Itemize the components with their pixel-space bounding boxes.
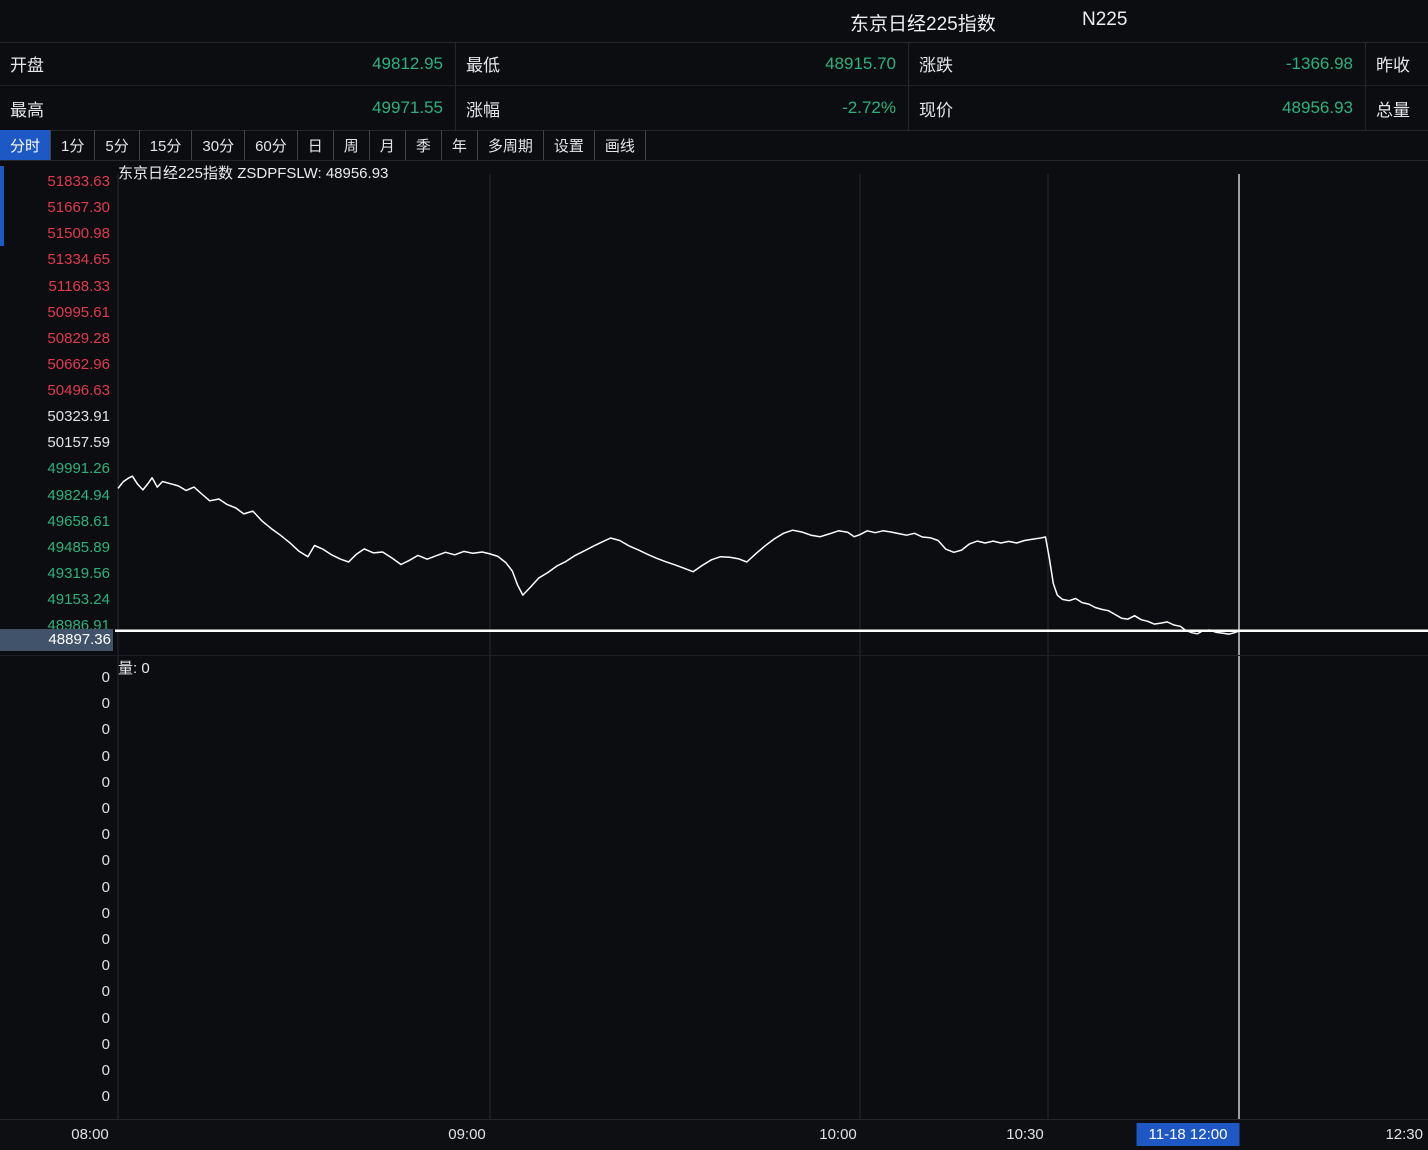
- volume-axis-label: 0: [0, 956, 110, 976]
- volume-pane[interactable]: 量: 0 0 0 0 0 0 0 0 0 0 0 0 0 0 0 0 0 0: [0, 655, 1428, 1120]
- title-bar: 东京日经225指数 N225: [0, 0, 1428, 43]
- volume-axis-label: 0: [0, 720, 110, 740]
- price-axis-label: 49153.24: [0, 590, 110, 610]
- stat-label: 涨跌: [919, 51, 953, 76]
- price-axis-label: 49485.89: [0, 538, 110, 558]
- stat-value: 48915.70: [825, 54, 896, 74]
- time-axis-label: 12:30: [1385, 1126, 1423, 1143]
- volume-axis-label: 0: [0, 1061, 110, 1081]
- time-axis-label: 09:00: [448, 1126, 486, 1143]
- price-axis-label: 50995.61: [0, 303, 110, 323]
- tab-季[interactable]: 季: [406, 130, 442, 160]
- volume-legend: 量: 0: [118, 657, 150, 678]
- price-pane[interactable]: 东京日经225指数 ZSDPFSLW: 48956.93 51833.63 516…: [0, 160, 1428, 655]
- tab-30分[interactable]: 30分: [192, 130, 245, 160]
- volume-axis-label: 0: [0, 747, 110, 767]
- stat-label: 涨幅: [466, 96, 500, 121]
- price-axis-label: 51833.63: [0, 172, 110, 192]
- price-axis-label: 49991.26: [0, 459, 110, 479]
- price-axis-label: 50323.91: [0, 407, 110, 427]
- tab-年[interactable]: 年: [442, 130, 478, 160]
- tab-设置[interactable]: 设置: [544, 130, 595, 160]
- volume-axis-label: 0: [0, 694, 110, 714]
- volume-axis-label: 0: [0, 1087, 110, 1107]
- stat-cell: 总量: [1365, 86, 1428, 130]
- stat-label: 昨收: [1376, 51, 1410, 76]
- price-chart-canvas[interactable]: [0, 160, 1428, 655]
- price-axis-label: 51168.33: [0, 277, 110, 297]
- stat-label: 开盘: [10, 51, 44, 76]
- volume-axis-label: 0: [0, 1035, 110, 1055]
- stat-label: 最高: [10, 96, 44, 121]
- tab-周[interactable]: 周: [334, 130, 370, 160]
- stat-cell: 最高 49971.55: [0, 86, 455, 130]
- time-axis-label: 10:00: [819, 1126, 857, 1143]
- price-axis-label: 50157.59: [0, 433, 110, 453]
- stat-value: -2.72%: [842, 98, 896, 118]
- volume-axis-label: 0: [0, 982, 110, 1002]
- time-axis-label: 10:30: [1006, 1126, 1044, 1143]
- stat-label: 总量: [1376, 96, 1410, 121]
- volume-axis-label: 0: [0, 851, 110, 871]
- price-axis-label: 51667.30: [0, 198, 110, 218]
- timeframe-tabs: 分时1分5分15分30分60分日周月季年多周期设置画线: [0, 130, 1428, 161]
- stat-cell: 涨幅 -2.72%: [455, 86, 908, 130]
- volume-axis-label: 0: [0, 878, 110, 898]
- time-axis-label: 08:00: [71, 1126, 109, 1143]
- volume-axis-label: 0: [0, 668, 110, 688]
- price-axis-label: 51500.98: [0, 224, 110, 244]
- time-axis: 08:00 09:00 10:00 10:30 11-18 12:00 12:30: [0, 1119, 1428, 1150]
- stat-value: 49812.95: [372, 54, 443, 74]
- volume-axis-label: 0: [0, 799, 110, 819]
- price-axis-label: 49658.61: [0, 512, 110, 532]
- price-axis-label: 49319.56: [0, 564, 110, 584]
- price-axis-label: 50829.28: [0, 329, 110, 349]
- volume-axis-label: 0: [0, 904, 110, 924]
- price-axis-label: 49824.94: [0, 486, 110, 506]
- stat-value: 48956.93: [1282, 98, 1353, 118]
- tab-15分[interactable]: 15分: [140, 130, 193, 160]
- volume-axis-label: 0: [0, 773, 110, 793]
- left-scrollbar-thumb[interactable]: [0, 166, 4, 246]
- tab-画线[interactable]: 画线: [595, 130, 646, 160]
- volume-chart-canvas[interactable]: [0, 656, 1428, 1120]
- price-axis-label: 50496.63: [0, 381, 110, 401]
- tab-日[interactable]: 日: [298, 130, 334, 160]
- stat-value: -1366.98: [1286, 54, 1353, 74]
- price-line-series: [118, 476, 1239, 634]
- stat-cell: 昨收: [1365, 42, 1428, 86]
- instrument-symbol: N225: [1082, 9, 1127, 31]
- volume-axis-label: 0: [0, 825, 110, 845]
- volume-axis-label: 0: [0, 1009, 110, 1029]
- crosshair-price-label: 48897.36: [0, 629, 113, 651]
- stat-cell: 涨跌 -1366.98: [908, 42, 1365, 86]
- tab-多周期[interactable]: 多周期: [478, 130, 544, 160]
- stats-grid: 开盘 49812.95 最低 48915.70 涨跌 -1366.98 昨收最高 49971.…: [0, 42, 1428, 131]
- tab-分时[interactable]: 分时: [0, 130, 51, 160]
- tab-1分[interactable]: 1分: [51, 130, 95, 160]
- stat-label: 现价: [919, 96, 953, 121]
- stat-value: 49971.55: [372, 98, 443, 118]
- stat-cell: 开盘 49812.95: [0, 42, 455, 86]
- stat-label: 最低: [466, 51, 500, 76]
- price-axis-label: 50662.96: [0, 355, 110, 375]
- price-axis-label: 51334.65: [0, 250, 110, 270]
- chart-legend: 东京日经225指数 ZSDPFSLW: 48956.93: [118, 162, 388, 183]
- volume-axis-label: 0: [0, 930, 110, 950]
- tab-60分[interactable]: 60分: [245, 130, 298, 160]
- stat-cell: 现价 48956.93: [908, 86, 1365, 130]
- tab-5分[interactable]: 5分: [95, 130, 139, 160]
- tab-月[interactable]: 月: [370, 130, 406, 160]
- stat-cell: 最低 48915.70: [455, 42, 908, 86]
- crosshair-time-label: 11-18 12:00: [1137, 1123, 1240, 1146]
- instrument-title: 东京日经225指数: [850, 9, 996, 36]
